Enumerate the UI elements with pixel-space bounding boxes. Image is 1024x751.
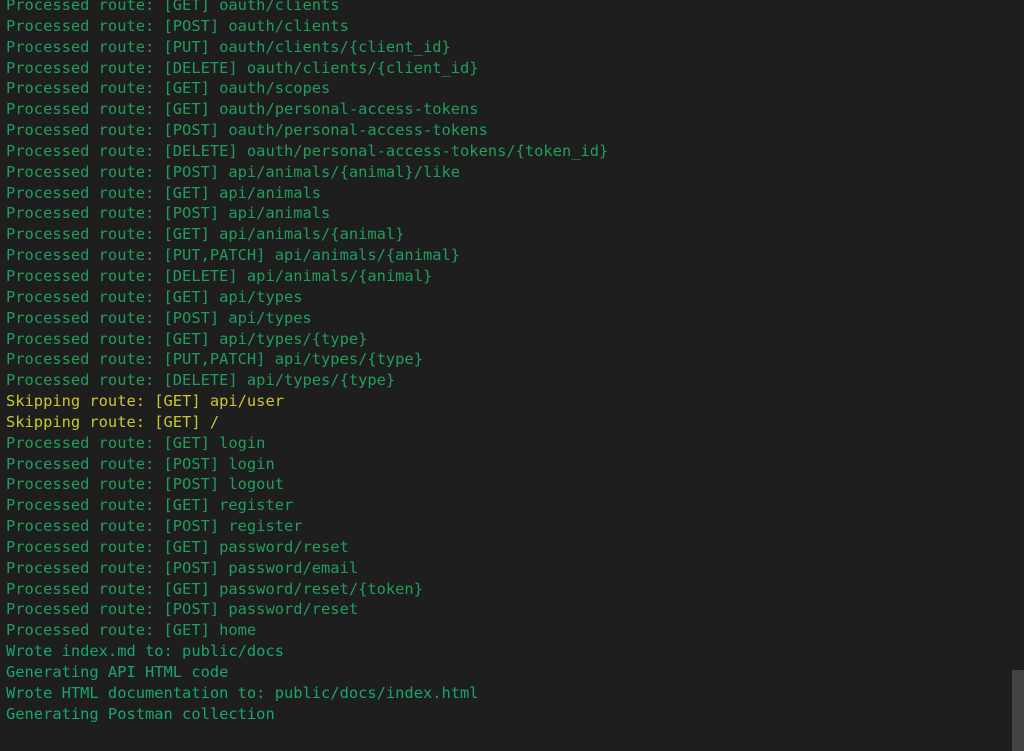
log-line: Processed route: [GET] api/animals <box>6 183 322 202</box>
log-line: Generating Postman collection <box>6 704 275 723</box>
log-line: Processed route: [DELETE] oauth/personal… <box>6 141 609 160</box>
log-line: Processed route: [POST] login <box>6 454 275 473</box>
log-line: Processed route: [GET] oauth/clients <box>6 0 340 14</box>
log-line: Skipping route: [GET] / <box>6 412 220 431</box>
log-line: Processed route: [POST] register <box>6 517 303 536</box>
log-line: Processed route: [GET] password/reset/{t… <box>6 579 423 598</box>
log-line: Processed route: [POST] oauth/clients <box>6 16 349 35</box>
log-line: Processed route: [DELETE] api/animals/{a… <box>6 266 433 285</box>
log-line: Processed route: [PUT] oauth/clients/{cl… <box>6 37 451 56</box>
log-line: Processed route: [GET] home <box>6 621 257 640</box>
log-line: Processed route: [PUT,PATCH] api/types/{… <box>6 350 423 369</box>
log-line: Processed route: [GET] api/types <box>6 287 303 306</box>
log-line: Processed route: [DELETE] api/types/{typ… <box>6 371 396 390</box>
vertical-scrollbar-track[interactable] <box>1012 0 1024 751</box>
log-line: Generating API HTML code <box>6 663 229 681</box>
log-line: Wrote HTML documentation to: public/docs… <box>6 683 479 702</box>
log-line: Processed route: [GET] password/reset <box>6 537 349 556</box>
log-line: Processed route: [GET] api/animals/{anim… <box>6 225 405 244</box>
log-line: Skipping route: [GET] api/user <box>6 392 284 411</box>
log-line: Processed route: [POST] password/reset <box>6 600 359 619</box>
log-line: Processed route: [GET] oauth/personal-ac… <box>6 100 479 119</box>
log-line: Processed route: [GET] login <box>6 433 266 452</box>
log-line: Processed route: [POST] api/animals/{ani… <box>6 162 461 181</box>
log-line: Processed route: [POST] password/email <box>6 558 359 577</box>
log-line: Processed route: [PUT,PATCH] api/animals… <box>6 246 461 265</box>
log-line: Processed route: [POST] logout <box>6 475 284 494</box>
log-line: Wrote index.md to: public/docs <box>6 642 284 661</box>
log-line: Processed route: [POST] api/animals <box>6 204 331 223</box>
log-line: Processed route: [GET] api/types/{type} <box>6 329 368 348</box>
vertical-scrollbar-thumb[interactable] <box>1012 670 1024 751</box>
terminal-window: Processed route: [GET] oauth/clients Proc… <box>0 0 1024 751</box>
log-line: Processed route: [GET] oauth/scopes <box>6 79 331 98</box>
log-line: Processed route: [GET] register <box>6 496 294 515</box>
log-line: Processed route: [POST] api/types <box>6 308 312 327</box>
log-line: Processed route: [POST] oauth/personal-a… <box>6 121 488 140</box>
console-output: Processed route: [GET] oauth/clients Proc… <box>0 0 1024 725</box>
log-line: Processed route: [DELETE] oauth/clients/… <box>6 58 479 77</box>
